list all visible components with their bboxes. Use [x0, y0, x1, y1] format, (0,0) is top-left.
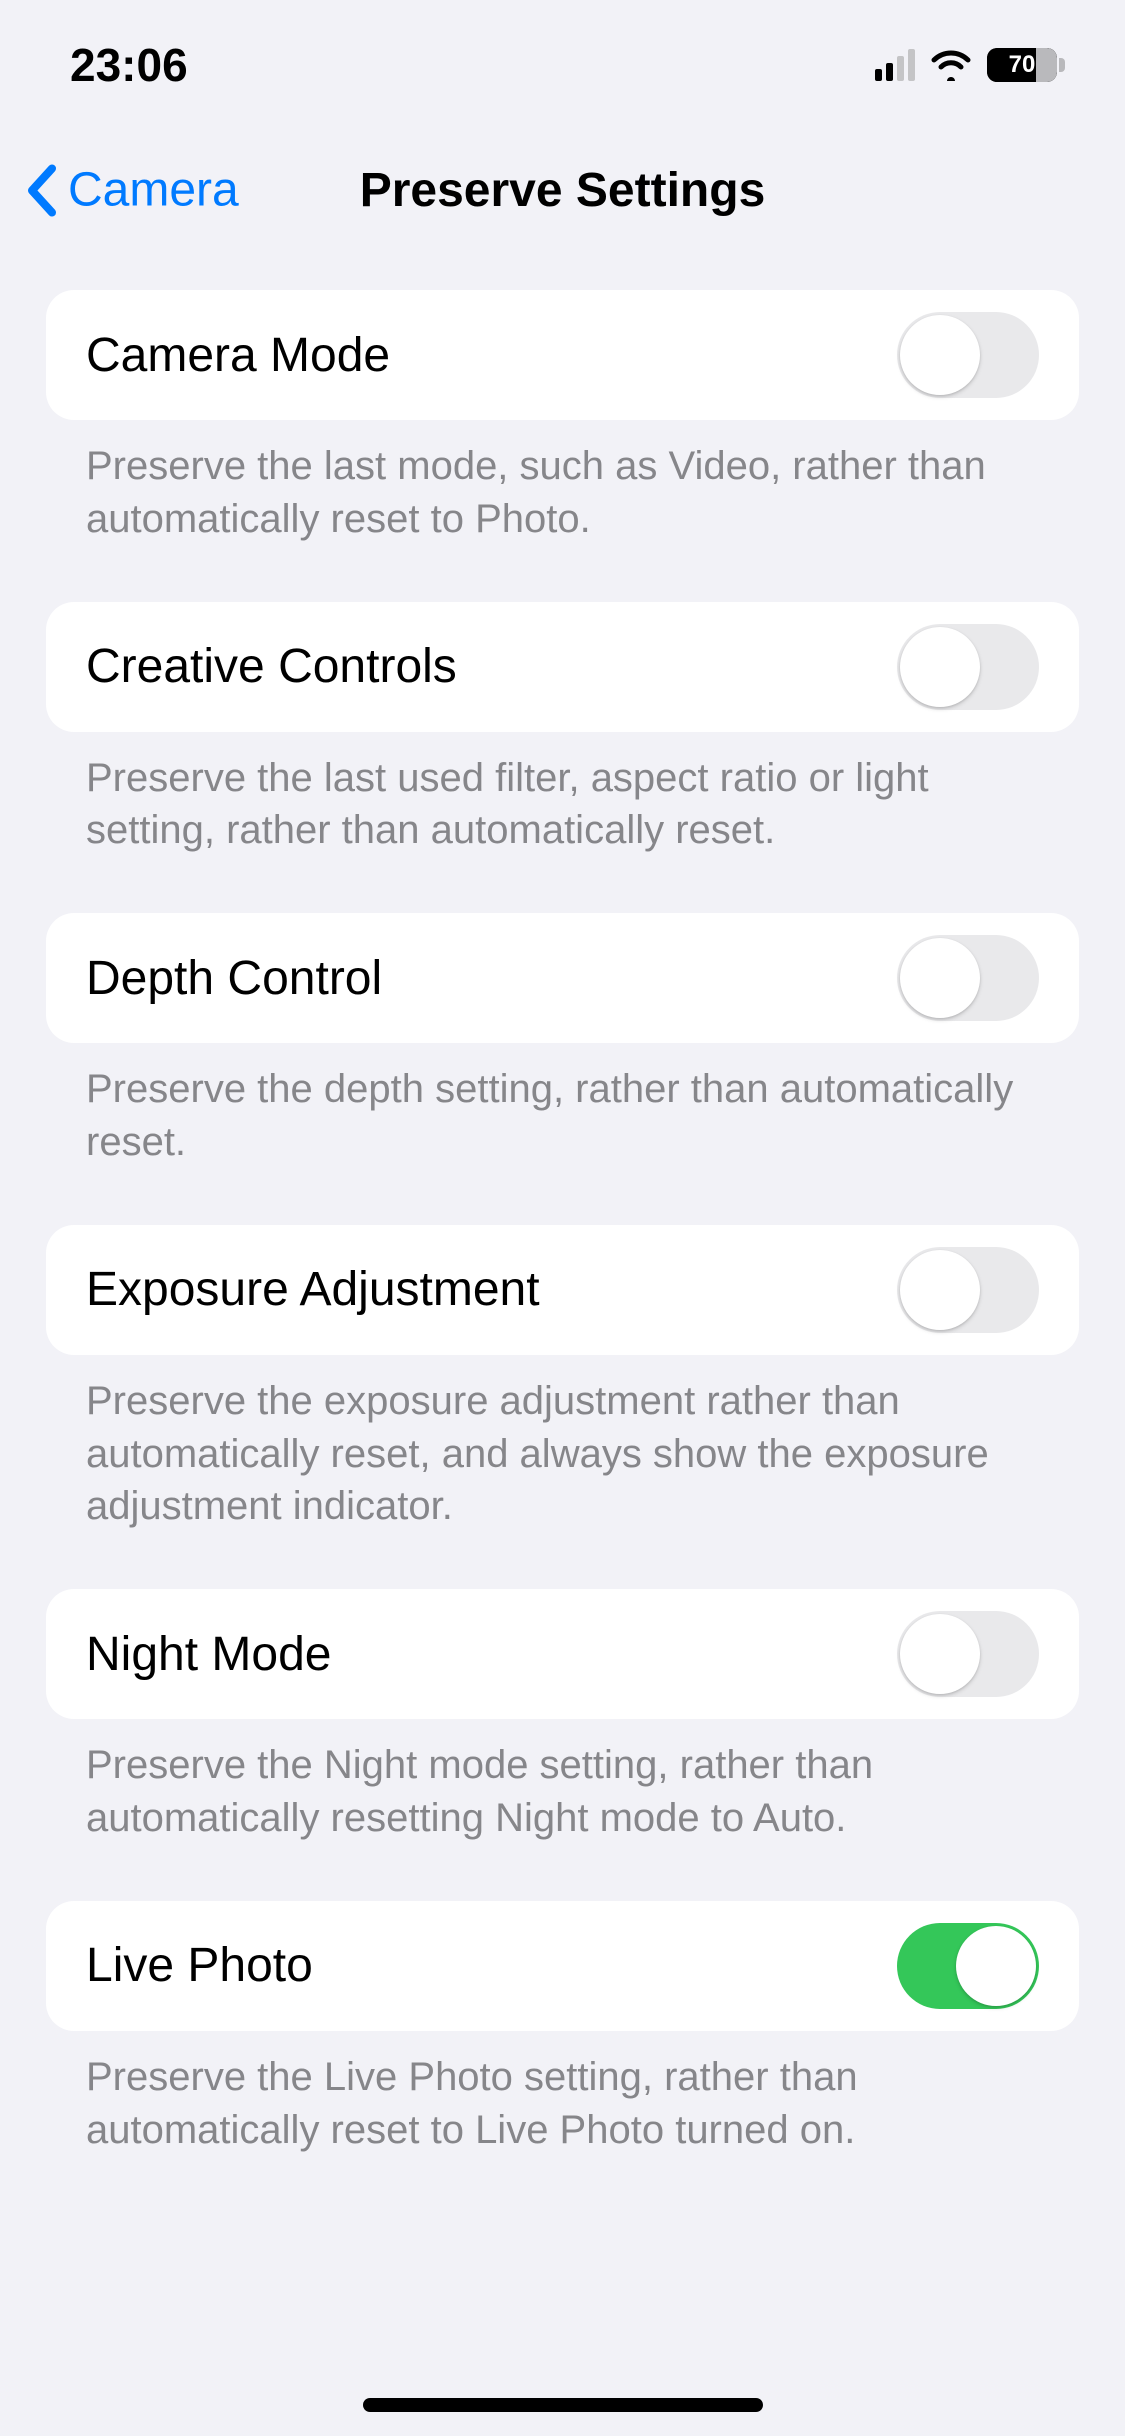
battery-percentage: 70 [1009, 51, 1036, 79]
setting-description: Preserve the last mode, such as Video, r… [46, 420, 1079, 546]
status-indicators: 70 [875, 48, 1065, 82]
toggle-depth-control[interactable] [897, 935, 1039, 1021]
setting-label: Night Mode [86, 1627, 331, 1682]
setting-label: Creative Controls [86, 639, 457, 694]
toggle-camera-mode[interactable] [897, 312, 1039, 398]
wifi-icon [929, 49, 973, 81]
home-indicator[interactable] [363, 2398, 763, 2412]
setting-row-live-photo[interactable]: Live Photo [46, 1901, 1079, 2031]
toggle-exposure-adjustment[interactable] [897, 1247, 1039, 1333]
setting-section-night-mode: Night Mode Preserve the Night mode setti… [46, 1589, 1079, 1845]
setting-row-creative-controls[interactable]: Creative Controls [46, 602, 1079, 732]
setting-row-exposure-adjustment[interactable]: Exposure Adjustment [46, 1225, 1079, 1355]
battery-icon: 70 [987, 48, 1065, 82]
setting-label: Exposure Adjustment [86, 1262, 540, 1317]
back-button[interactable]: Camera [24, 163, 239, 218]
setting-description: Preserve the last used filter, aspect ra… [46, 732, 1079, 858]
setting-section-depth-control: Depth Control Preserve the depth setting… [46, 913, 1079, 1169]
setting-description: Preserve the depth setting, rather than … [46, 1043, 1079, 1169]
setting-label: Camera Mode [86, 328, 390, 383]
setting-row-night-mode[interactable]: Night Mode [46, 1589, 1079, 1719]
settings-list: Camera Mode Preserve the last mode, such… [0, 250, 1125, 2156]
setting-description: Preserve the Night mode setting, rather … [46, 1719, 1079, 1845]
setting-label: Live Photo [86, 1938, 313, 1993]
setting-description: Preserve the Live Photo setting, rather … [46, 2031, 1079, 2157]
cellular-signal-icon [875, 49, 915, 81]
chevron-left-icon [24, 164, 60, 216]
setting-section-exposure-adjustment: Exposure Adjustment Preserve the exposur… [46, 1225, 1079, 1533]
toggle-night-mode[interactable] [897, 1611, 1039, 1697]
setting-row-camera-mode[interactable]: Camera Mode [46, 290, 1079, 420]
setting-section-live-photo: Live Photo Preserve the Live Photo setti… [46, 1901, 1079, 2157]
setting-label: Depth Control [86, 951, 382, 1006]
toggle-creative-controls[interactable] [897, 624, 1039, 710]
status-bar: 23:06 70 [0, 0, 1125, 130]
setting-section-camera-mode: Camera Mode Preserve the last mode, such… [46, 290, 1079, 546]
setting-section-creative-controls: Creative Controls Preserve the last used… [46, 602, 1079, 858]
setting-description: Preserve the exposure adjustment rather … [46, 1355, 1079, 1533]
navigation-bar: Camera Preserve Settings [0, 130, 1125, 250]
toggle-live-photo[interactable] [897, 1923, 1039, 2009]
status-time: 23:06 [70, 38, 188, 92]
setting-row-depth-control[interactable]: Depth Control [46, 913, 1079, 1043]
back-label: Camera [68, 163, 239, 218]
